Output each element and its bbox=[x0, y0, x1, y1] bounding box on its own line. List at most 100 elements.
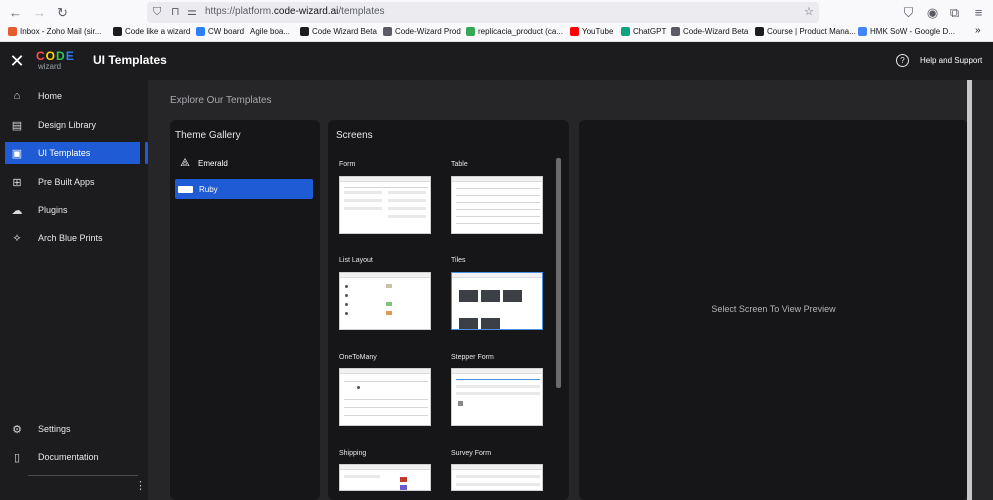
bookmark-item[interactable]: Code like a wizard bbox=[113, 27, 190, 36]
screen-label-stepper-form: Stepper Form bbox=[451, 354, 494, 361]
chatgpt-icon bbox=[621, 27, 630, 36]
plugins-icon: ☁ bbox=[11, 204, 23, 217]
theme-ruby[interactable]: Ruby bbox=[175, 179, 313, 199]
thumbnail-dot bbox=[345, 303, 348, 306]
bookmark-item[interactable]: CW board bbox=[196, 27, 244, 36]
extensions-icon[interactable]: ⧉ bbox=[946, 4, 963, 21]
bookmark-star-icon[interactable]: ☆ bbox=[804, 4, 814, 21]
screen-thumbnail-stepper-form[interactable] bbox=[451, 368, 543, 426]
thumbnail-checkbox bbox=[458, 401, 463, 406]
more-options-icon[interactable]: ⋮ bbox=[135, 480, 146, 492]
sidebar-item-label: Design Library bbox=[38, 120, 97, 130]
screen-thumbnail-survey-form[interactable] bbox=[451, 464, 543, 491]
app-header: ✕ CODE wizard UI Templates ? Help and Su… bbox=[0, 42, 993, 80]
browser-toolbar: ← → ↻ ⛉ ⊓ ⚌ https://platform.code-wizard… bbox=[0, 0, 993, 25]
thumbnail-field bbox=[344, 191, 382, 194]
theme-gallery-panel bbox=[170, 120, 320, 500]
page-scrollbar[interactable] bbox=[967, 80, 972, 500]
thumbnail-header bbox=[452, 177, 542, 182]
back-arrow-icon[interactable]: ← bbox=[7, 4, 24, 21]
section-heading: Explore Our Templates bbox=[170, 95, 272, 106]
thumbnail-tag bbox=[386, 284, 392, 288]
sidebar-item-design-library[interactable]: ▤ Design Library bbox=[5, 114, 140, 136]
sidebar-item-pre-built-apps[interactable]: ⊞ Pre Built Apps bbox=[5, 171, 140, 193]
bookmark-item[interactable]: Course | Product Mana... bbox=[755, 27, 856, 36]
sidebar-item-plugins[interactable]: ☁ Plugins bbox=[5, 199, 140, 221]
active-item-underline bbox=[34, 160, 108, 161]
zoho-mail-icon bbox=[8, 27, 17, 36]
sidebar-item-arch-blue-prints[interactable]: ⟡ Arch Blue Prints bbox=[5, 227, 140, 249]
sidebar-item-label: Arch Blue Prints bbox=[38, 233, 103, 243]
thumbnail-header bbox=[340, 273, 430, 278]
thumbnail-line bbox=[456, 209, 540, 210]
more-bookmarks-chevron-icon[interactable]: » bbox=[975, 25, 981, 36]
bookmark-item[interactable]: Code Wizard Beta bbox=[300, 27, 377, 36]
thumbnail-header bbox=[340, 465, 430, 470]
thumbnail-field bbox=[388, 207, 426, 210]
thumbnail-field bbox=[388, 199, 426, 202]
thumbnail-line bbox=[344, 187, 428, 188]
thumbnail-header bbox=[340, 177, 430, 182]
thumbnail-dot bbox=[345, 285, 348, 288]
sidebar-item-settings[interactable]: ⚙ Settings bbox=[5, 418, 140, 440]
shield-icon[interactable]: ⛉ bbox=[153, 4, 161, 21]
google-drive-icon bbox=[466, 27, 475, 36]
code-wizard-logo: CODE wizard bbox=[36, 50, 80, 74]
bookmark-item[interactable]: Code-Wizard Beta bbox=[671, 27, 748, 36]
account-icon[interactable]: ◉ bbox=[924, 4, 941, 21]
bookmark-item[interactable]: Inbox - Zoho Mail (sir... bbox=[8, 27, 101, 36]
forward-arrow-icon[interactable]: → bbox=[31, 4, 48, 21]
bookmark-item[interactable]: Code-Wizard Prod bbox=[383, 27, 461, 36]
thumbnail-field bbox=[344, 475, 380, 478]
screen-thumbnail-table[interactable] bbox=[451, 176, 543, 234]
bookmark-item[interactable]: HMK SoW - Google D... bbox=[858, 27, 955, 36]
sidebar-item-label: Home bbox=[38, 91, 63, 101]
screen-thumbnail-form[interactable] bbox=[339, 176, 431, 234]
arch-blueprints-icon: ⟡ bbox=[13, 231, 21, 244]
sidebar-item-documentation[interactable]: ▯ Documentation bbox=[5, 446, 140, 468]
close-icon[interactable]: ✕ bbox=[8, 51, 26, 71]
screen-thumbnail-list-layout[interactable] bbox=[339, 272, 431, 330]
thumbnail-line bbox=[456, 195, 540, 196]
code-wizard-icon bbox=[113, 27, 122, 36]
thumbnail-field bbox=[344, 207, 382, 210]
globe-icon bbox=[671, 27, 680, 36]
screen-thumbnail-shipping[interactable] bbox=[339, 464, 431, 491]
google-docs-icon bbox=[858, 27, 867, 36]
thumbnail-line bbox=[344, 415, 428, 416]
help-and-support-link[interactable]: ? Help and Support bbox=[896, 54, 982, 67]
screen-thumbnail-one-to-many[interactable] bbox=[339, 368, 431, 426]
bookmark-item[interactable]: ChatGPT bbox=[621, 27, 666, 36]
help-icon: ? bbox=[896, 54, 909, 67]
thumbnail-dot bbox=[345, 294, 348, 297]
thumbnail-image bbox=[459, 290, 478, 302]
thumbnail-header bbox=[452, 369, 542, 374]
permissions-icon[interactable]: ⚌ bbox=[187, 4, 197, 21]
thumbnail-field bbox=[388, 215, 426, 218]
screen-label-one-to-many: OneToMany bbox=[339, 354, 377, 361]
theme-label: Ruby bbox=[199, 184, 218, 194]
bookmark-item[interactable]: YouTube bbox=[570, 27, 613, 36]
bookmark-item[interactable]: Agile boa... bbox=[250, 27, 290, 36]
thumbnail-line bbox=[344, 381, 428, 382]
screens-scrollbar[interactable] bbox=[556, 158, 561, 388]
sidebar-item-home[interactable]: ⌂ Home bbox=[5, 85, 140, 107]
preview-placeholder: Select Screen To View Preview bbox=[711, 304, 836, 314]
screen-thumbnail-tiles[interactable] bbox=[451, 272, 543, 330]
sidebar-item-label: UI Templates bbox=[38, 148, 91, 158]
sidebar-item-label: Pre Built Apps bbox=[38, 177, 95, 187]
thumbnail-field bbox=[456, 483, 540, 486]
thumbnail-line bbox=[456, 188, 540, 189]
theme-label: Emerald bbox=[198, 158, 228, 168]
theme-emerald[interactable]: ⟁ Emerald bbox=[175, 153, 313, 173]
lock-icon[interactable]: ⊓ bbox=[171, 4, 180, 21]
logo-subtext: wizard bbox=[38, 62, 62, 71]
sidebar-item-label: Settings bbox=[38, 424, 71, 434]
reload-icon[interactable]: ↻ bbox=[54, 4, 71, 21]
menu-icon[interactable]: ≡ bbox=[970, 4, 987, 21]
url-text[interactable]: https://platform.code-wizard.ai/template… bbox=[205, 6, 385, 17]
bookmark-item[interactable]: replicacia_product (ca... bbox=[466, 27, 563, 36]
pocket-icon[interactable]: ⛉ bbox=[900, 4, 917, 21]
url-bar[interactable]: ⛉ ⊓ ⚌ https://platform.code-wizard.ai/te… bbox=[147, 2, 819, 23]
thumbnail-field bbox=[456, 385, 540, 388]
